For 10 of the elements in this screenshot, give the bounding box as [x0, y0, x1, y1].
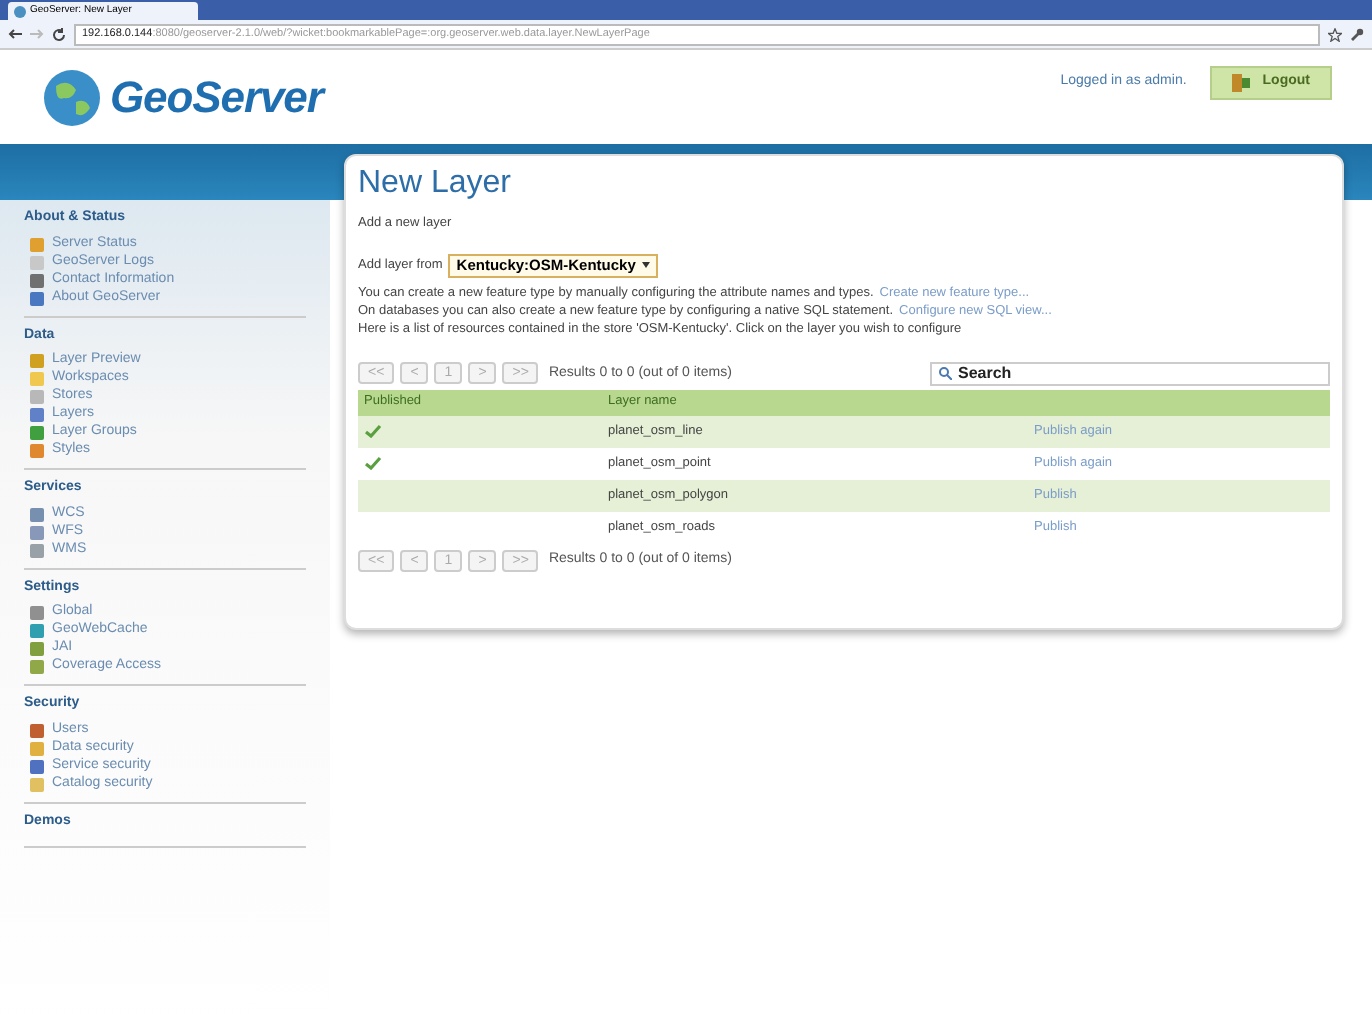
logo-text: GeoServer: [110, 70, 323, 126]
back-icon[interactable]: [8, 28, 22, 40]
globe-logo-icon: [40, 65, 104, 129]
wrench-icon[interactable]: [1350, 27, 1364, 41]
star-icon[interactable]: [1328, 27, 1342, 41]
caret-icon: [641, 262, 650, 269]
search-icon: [938, 366, 952, 381]
page-title: New Layer: [358, 164, 513, 204]
reload-icon[interactable]: [52, 27, 66, 41]
search-field[interactable]: Search: [930, 361, 1330, 386]
